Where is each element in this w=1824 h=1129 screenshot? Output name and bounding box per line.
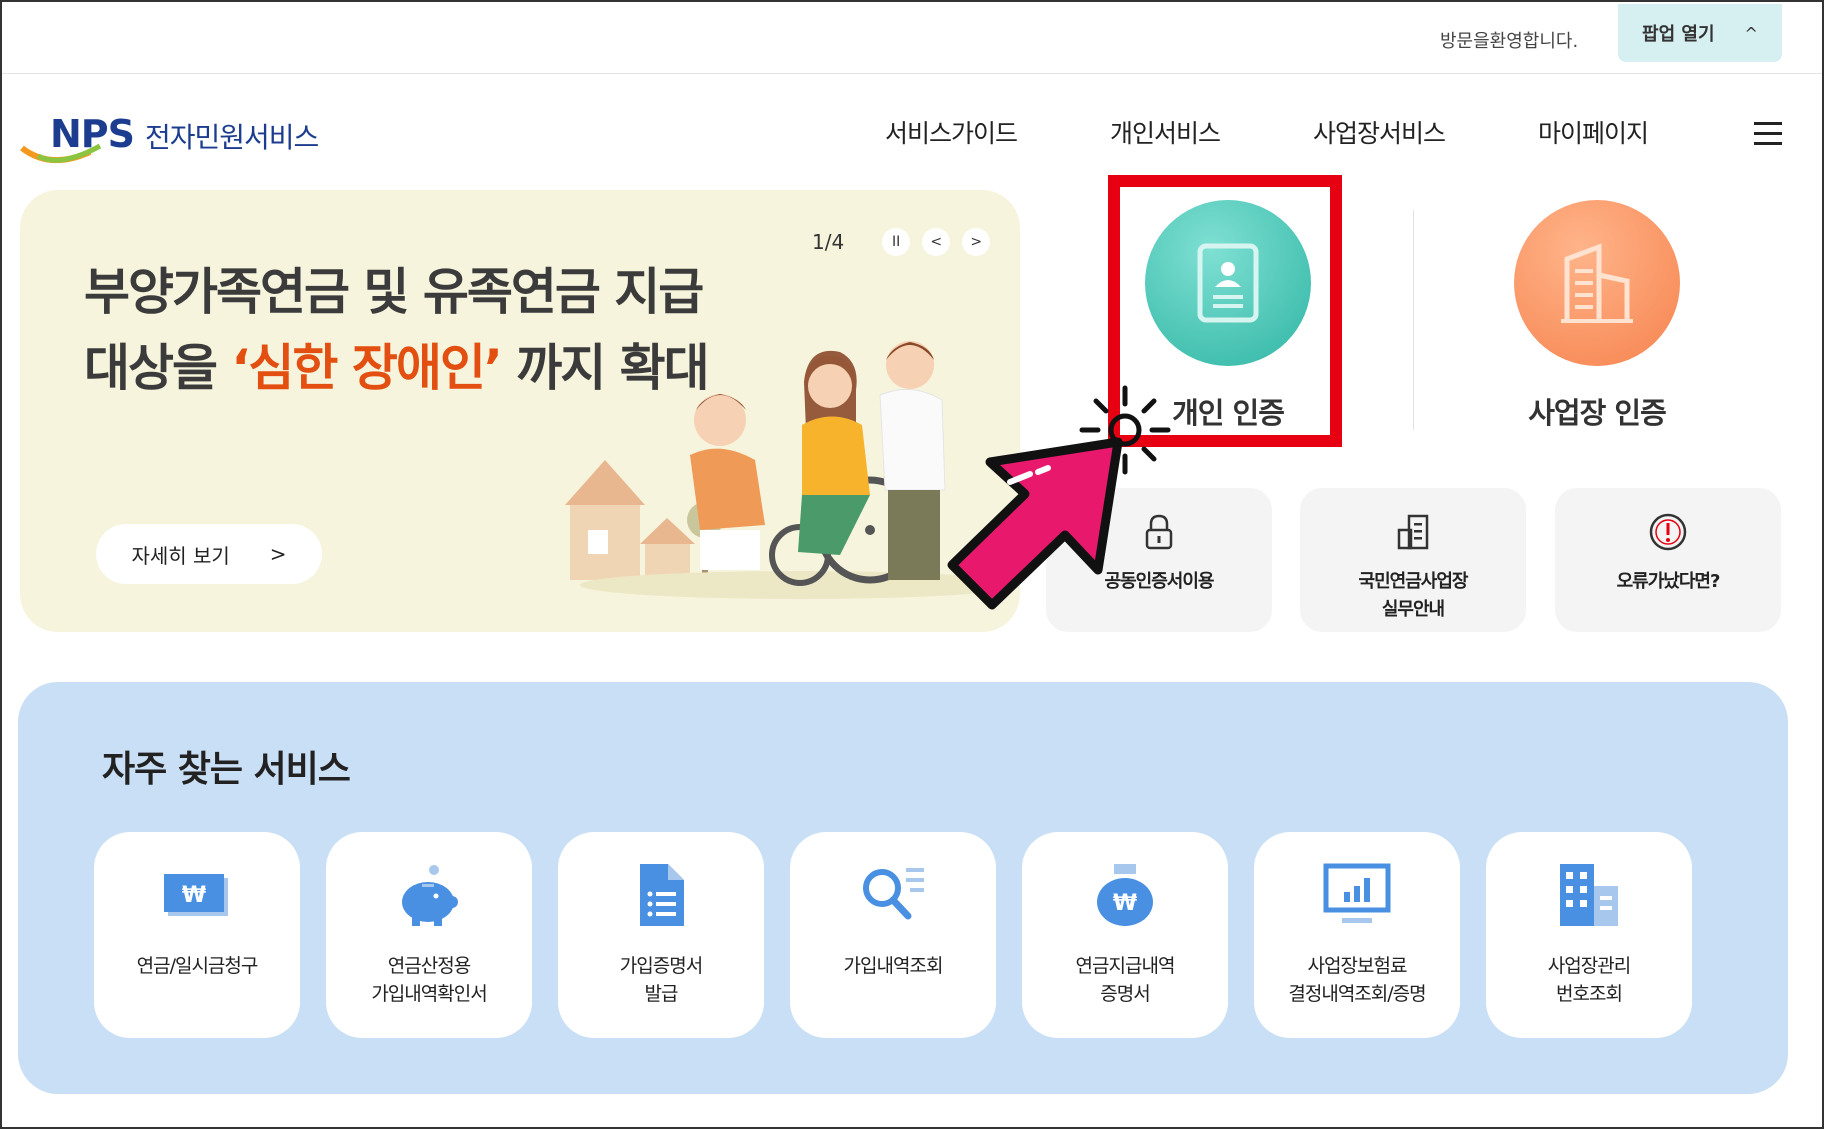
banner-highlight: ‘심한 장애인’ <box>231 339 502 397</box>
service-enrollment-inquiry[interactable]: 가입내역조회 <box>790 832 996 1038</box>
search-list-icon <box>863 868 924 920</box>
logo-brand-text: 전자민원서비스 <box>145 121 319 154</box>
building-icon <box>1560 864 1618 926</box>
welcome-text: 방문을환영합니다. <box>1440 31 1579 52</box>
service-label: 사업장보험료 결정내역조회/증명 <box>1288 955 1426 1005</box>
svg-text:₩: ₩ <box>1113 891 1137 916</box>
won-bill-icon: ₩ <box>164 874 228 916</box>
click-pointer-arrow-icon <box>947 385 1171 610</box>
service-business-premium[interactable]: 사업장보험료 결정내역조회/증명 <box>1254 832 1460 1038</box>
monitor-chart-icon <box>1323 863 1391 923</box>
nav-personal-service[interactable]: 개인서비스 <box>1110 114 1221 150</box>
nps-logo[interactable]: NPS 전자민원서비스 <box>20 108 340 168</box>
quick-error-help-button[interactable]: 오류가났다면? <box>1555 488 1781 632</box>
money-bag-icon: ₩ <box>1097 864 1153 926</box>
piggy-bank-icon <box>402 865 458 926</box>
auth-divider <box>1413 210 1414 430</box>
logo-nps-text: NPS <box>50 112 135 156</box>
main-navigation: 서비스가이드 개인서비스 사업장서비스 마이페이지 <box>885 114 1741 150</box>
service-label: 연금산정용 가입내역확인서 <box>371 955 487 1005</box>
service-enrollment-certificate[interactable]: 가입증명서 발급 <box>558 832 764 1038</box>
document-icon <box>640 864 684 926</box>
building-icon <box>1514 200 1680 366</box>
nav-my-page[interactable]: 마이페이지 <box>1538 114 1649 150</box>
service-pension-claim[interactable]: ₩ 연금/일시금청구 <box>94 832 300 1038</box>
quick-business-guide-button[interactable]: 국민연금사업장 실무안내 <box>1300 488 1526 632</box>
frequent-services-panel: 자주 찾는 서비스 ₩ 연금/일시금청구 연금산정용 가입내역확인서 가입증명서… <box>18 682 1788 1094</box>
popup-open-label: 팝업 열기 <box>1642 24 1715 45</box>
menu-hamburger-icon[interactable] <box>1754 122 1782 146</box>
utility-bar: 방문을환영합니다. 팝업 열기 ^ <box>0 0 1824 74</box>
chevron-left-icon[interactable]: < <box>922 228 951 256</box>
nav-service-guide[interactable]: 서비스가이드 <box>885 114 1018 150</box>
alert-icon <box>1649 513 1687 551</box>
caret-up-icon: ^ <box>1744 23 1758 43</box>
popup-open-button[interactable]: 팝업 열기 ^ <box>1618 4 1782 62</box>
nav-business-service[interactable]: 사업장서비스 <box>1313 114 1446 150</box>
main-banner: 부양가족연금 및 유족연금 지급 대상을 ‘심한 장애인’ 까지 확대 1/4 … <box>20 190 1020 632</box>
business-auth-label: 사업장 인증 <box>1528 396 1667 430</box>
business-auth-button[interactable]: 사업장 인증 <box>1497 200 1697 432</box>
service-label: 가입증명서 발급 <box>619 955 703 1005</box>
service-label: 사업장관리 번호조회 <box>1547 955 1631 1005</box>
svg-text:₩: ₩ <box>182 883 206 908</box>
service-label: 연금지급내역 증명서 <box>1075 955 1176 1005</box>
document-building-icon <box>1397 514 1429 550</box>
slide-controls: 1/4 II < > <box>812 228 991 256</box>
pause-icon[interactable]: II <box>882 228 911 256</box>
quick-business-guide-label: 국민연금사업장 실무안내 <box>1358 571 1469 620</box>
service-payment-certificate[interactable]: ₩ 연금지급내역 증명서 <box>1022 832 1228 1038</box>
chevron-right-icon: > <box>269 542 287 566</box>
slide-counter: 1/4 <box>812 230 845 254</box>
service-business-number-inquiry[interactable]: 사업장관리 번호조회 <box>1486 832 1692 1038</box>
view-details-button[interactable]: 자세히 보기 > <box>96 524 322 584</box>
view-details-label: 자세히 보기 <box>131 543 230 568</box>
quick-error-help-label: 오류가났다면? <box>1616 571 1721 592</box>
service-label: 연금/일시금청구 <box>136 955 259 977</box>
service-pension-calc-confirmation[interactable]: 연금산정용 가입내역확인서 <box>326 832 532 1038</box>
frequent-services-title: 자주 찾는 서비스 <box>102 749 351 790</box>
service-label: 가입내역조회 <box>843 955 944 977</box>
chevron-right-icon[interactable]: > <box>962 228 991 256</box>
